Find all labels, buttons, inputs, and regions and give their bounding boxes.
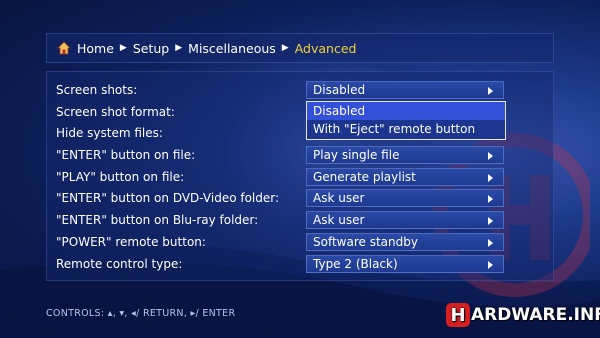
screen-shots-dropdown[interactable]: Disabled With "Eject" remote button [306,101,506,140]
arrow-right-icon [488,152,493,160]
select-value: Ask user [313,213,365,227]
home-icon [57,41,71,55]
select-enter-on-file[interactable]: Play single file [306,146,504,164]
breadcrumb-current: Advanced [294,40,357,56]
select-power-button[interactable]: Software standby [306,233,504,251]
select-value: Disabled [313,83,366,97]
setting-label-hide-system-files: Hide system files: [56,126,163,140]
setting-label-play-on-file: "PLAY" button on file: [56,170,185,184]
breadcrumb-home[interactable]: Home [77,41,114,56]
select-value: Generate playlist [313,170,416,184]
select-value: Ask user [313,191,365,205]
hardware-info-logo: H ARDWARE.INFO [446,302,600,328]
chevron-right-icon: ▶ [119,43,127,53]
setting-label-screen-shot-format: Screen shot format: [56,105,175,119]
setting-label-remote-type: Remote control type: [56,257,183,271]
controls-hint: CONTROLS: ▴, ▾, ◂/ RETURN, ▸/ ENTER [46,308,236,319]
chevron-right-icon: ▶ [281,43,289,53]
dropdown-option-disabled[interactable]: Disabled [307,102,505,120]
chevron-right-icon: ▶ [175,43,183,53]
arrow-right-icon [488,195,493,203]
select-screen-shots[interactable]: Disabled [306,81,504,99]
arrow-right-icon [488,174,493,182]
breadcrumb-setup[interactable]: Setup [133,41,169,56]
logo-text: ARDWARE.INFO [471,305,600,325]
breadcrumb-miscellaneous[interactable]: Miscellaneous [188,41,276,56]
arrow-right-icon [488,261,493,269]
arrow-right-icon [488,239,493,247]
select-play-on-file[interactable]: Generate playlist [306,168,504,186]
setting-label-enter-on-bluray-folder: "ENTER" button on Blu-ray folder: [56,213,259,227]
select-value: Type 2 (Black) [313,257,398,271]
logo-mark: H [446,303,470,327]
setting-label-power-button: "POWER" remote button: [56,235,206,249]
setting-label-enter-on-dvd-folder: "ENTER" button on DVD-Video folder: [56,191,280,205]
select-enter-on-dvd-folder[interactable]: Ask user [306,189,504,207]
select-enter-on-bluray-folder[interactable]: Ask user [306,211,504,229]
setting-label-enter-on-file: "ENTER" button on file: [56,148,196,162]
arrow-right-icon [488,87,493,95]
setting-label-screen-shots: Screen shots: [56,83,138,97]
select-remote-type[interactable]: Type 2 (Black) [306,255,504,273]
arrow-right-icon [488,217,493,225]
breadcrumb: Home ▶ Setup ▶ Miscellaneous ▶ Advanced [46,33,554,63]
select-value: Play single file [313,148,400,162]
select-value: Software standby [313,235,418,249]
dropdown-option-eject-button[interactable]: With "Eject" remote button [307,120,505,138]
